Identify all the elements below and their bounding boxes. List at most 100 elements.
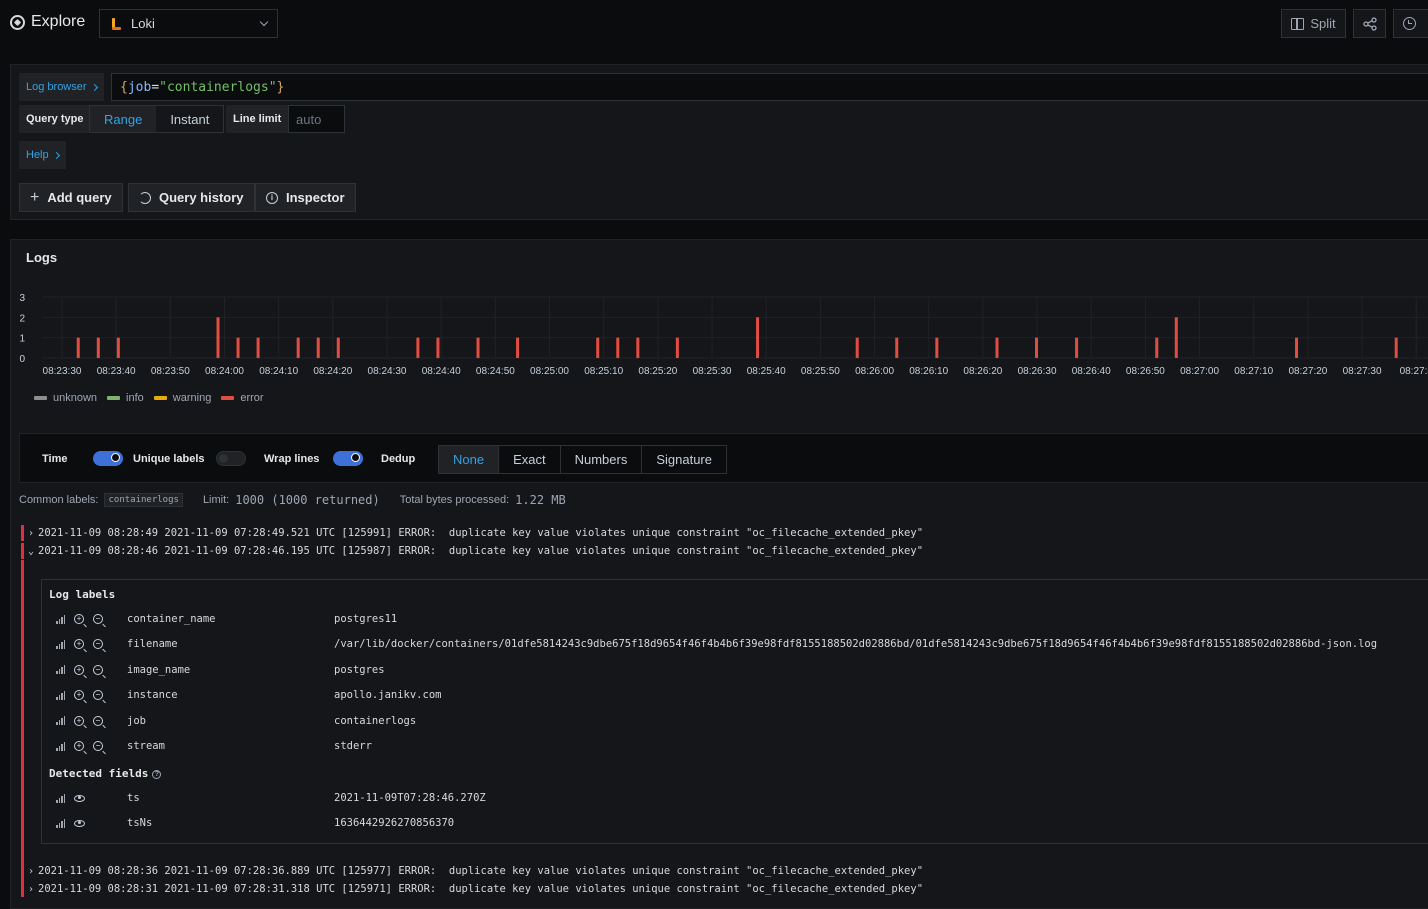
zoom-in-icon[interactable]: + (74, 639, 84, 650)
zoom-out-icon[interactable]: − (93, 741, 103, 751)
stats-icon[interactable] (56, 665, 65, 675)
stats-icon[interactable] (56, 690, 65, 700)
time-picker-button[interactable] (1393, 9, 1428, 38)
loki-icon (110, 17, 122, 30)
stats-icon[interactable] (56, 639, 65, 649)
dedup-label: Dedup (381, 453, 416, 465)
chart-bar (76, 337, 80, 358)
log-browser-label: Log browser (26, 81, 87, 93)
zoom-in-icon[interactable]: + (74, 614, 84, 624)
legend-item-warning[interactable]: warning (153, 392, 211, 404)
field-key: tsNs (127, 817, 153, 829)
chart-bar (1155, 337, 1159, 358)
label-actions: + − (42, 690, 126, 701)
compass-icon (10, 14, 25, 30)
x-tick-label: 08:26:30 (1018, 366, 1057, 377)
x-tick-label: 08:24:20 (313, 366, 352, 377)
stats-icon[interactable] (56, 793, 65, 803)
dedup-signature[interactable]: Signature (642, 446, 726, 473)
chevron-right-icon: › (28, 883, 35, 895)
label-value: apollo.janikv.com (334, 689, 442, 702)
zoom-in-icon[interactable]: + (74, 715, 84, 726)
label-actions: + − (42, 715, 126, 726)
chart-bar (416, 337, 420, 358)
stats-icon[interactable] (56, 741, 65, 751)
log-row[interactable]: › 2021-11-09 08:28:36 2021-11-09 07:28:3… (21, 862, 923, 880)
inspector-label: Inspector (286, 190, 345, 205)
zoom-in-icon[interactable]: + (74, 664, 84, 675)
eye-icon[interactable] (74, 819, 85, 827)
query-brace-close: } (276, 79, 285, 95)
query-label-value: "containerlogs" (159, 79, 277, 95)
x-tick-label: 08:27:20 (1288, 366, 1327, 377)
split-icon (1291, 17, 1305, 30)
share-button[interactable] (1353, 9, 1386, 38)
legend-item-error[interactable]: error (221, 392, 264, 404)
log-label-row: + − image_name postgres (42, 660, 385, 680)
x-tick-label: 08:25:10 (584, 366, 623, 377)
inspector-button[interactable]: i Inspector (255, 183, 356, 212)
x-tick-label: 08:27:00 (1180, 366, 1219, 377)
legend-item-info[interactable]: info (107, 392, 144, 404)
zoom-out-icon[interactable]: − (93, 690, 103, 701)
chart-bar (935, 337, 939, 358)
clock-icon (1403, 17, 1416, 30)
dedup-radio: None Exact Numbers Signature (438, 445, 727, 474)
query-type-instant[interactable]: Instant (156, 106, 223, 132)
line-limit-input[interactable]: auto (288, 105, 345, 133)
log-browser-button[interactable]: Log browser (19, 73, 104, 101)
time-toggle[interactable] (93, 451, 123, 466)
log-row-expanded[interactable]: ⌄ 2021-11-09 08:28:46 2021-11-09 07:28:4… (21, 542, 923, 560)
dedup-numbers[interactable]: Numbers (561, 446, 643, 473)
y-tick-label: 1 (19, 334, 25, 345)
field-actions (42, 793, 126, 803)
add-query-button[interactable]: + Add query (19, 183, 123, 212)
x-tick-label: 08:26:50 (1126, 366, 1165, 377)
chart-bar (1295, 337, 1299, 358)
x-tick-label: 08:23:50 (151, 366, 190, 377)
x-tick-label: 08:24:30 (368, 366, 407, 377)
detected-fields-title: Detected fields (49, 767, 149, 780)
stats-icon[interactable] (56, 716, 65, 726)
stats-icon[interactable] (56, 614, 65, 624)
query-history-button[interactable]: Query history (128, 183, 255, 212)
zoom-in-icon[interactable]: + (74, 690, 84, 701)
log-label-row: + − instance apollo.janikv.com (42, 685, 441, 705)
zoom-out-icon[interactable]: − (93, 664, 103, 675)
query-type-range[interactable]: Range (90, 106, 157, 132)
bytes-processed-value: 1.22 MB (515, 493, 566, 507)
x-tick-label: 08:25:20 (638, 366, 677, 377)
help-button[interactable]: Help (19, 141, 66, 169)
log-row-text: 2021-11-09 08:28:31 2021-11-09 07:28:31.… (38, 883, 924, 895)
zoom-out-icon[interactable]: − (93, 639, 103, 650)
page-title: Explore (10, 13, 85, 31)
chevron-right-icon: › (28, 865, 35, 877)
query-brace-open: { (120, 79, 128, 95)
chart-bar (316, 337, 320, 358)
unique-labels-toggle-label: Unique labels (133, 453, 205, 465)
query-input[interactable]: {job = "containerlogs"} (111, 73, 1428, 101)
zoom-in-icon[interactable]: + (74, 741, 84, 751)
zoom-out-icon[interactable]: − (93, 715, 103, 726)
eye-icon[interactable] (74, 794, 85, 802)
common-label-tag: containerlogs (104, 493, 183, 507)
split-button[interactable]: Split (1281, 9, 1346, 38)
dedup-exact[interactable]: Exact (499, 446, 561, 473)
log-row[interactable]: › 2021-11-09 08:28:49 2021-11-09 07:28:4… (21, 524, 923, 542)
label-actions: + − (42, 614, 126, 624)
bytes-processed-label: Total bytes processed: (399, 494, 510, 506)
unique-labels-toggle[interactable] (216, 451, 246, 466)
label-actions: + − (42, 741, 126, 751)
stats-icon[interactable] (56, 818, 65, 828)
chevron-right-icon (90, 83, 98, 91)
wrap-lines-toggle[interactable] (333, 451, 363, 466)
dedup-none[interactable]: None (439, 446, 500, 473)
zoom-out-icon[interactable]: − (93, 614, 103, 624)
chart-bar (596, 337, 600, 358)
x-tick-label: 08:23:30 (43, 366, 82, 377)
detected-field-row: ts 2021-11-09T07:28:46.270Z (42, 788, 486, 808)
log-row[interactable]: › 2021-11-09 08:28:31 2021-11-09 07:28:3… (21, 880, 923, 898)
legend-item-unknown[interactable]: unknown (34, 392, 97, 404)
chart-bar (995, 337, 999, 358)
datasource-picker[interactable]: Loki (99, 9, 278, 38)
